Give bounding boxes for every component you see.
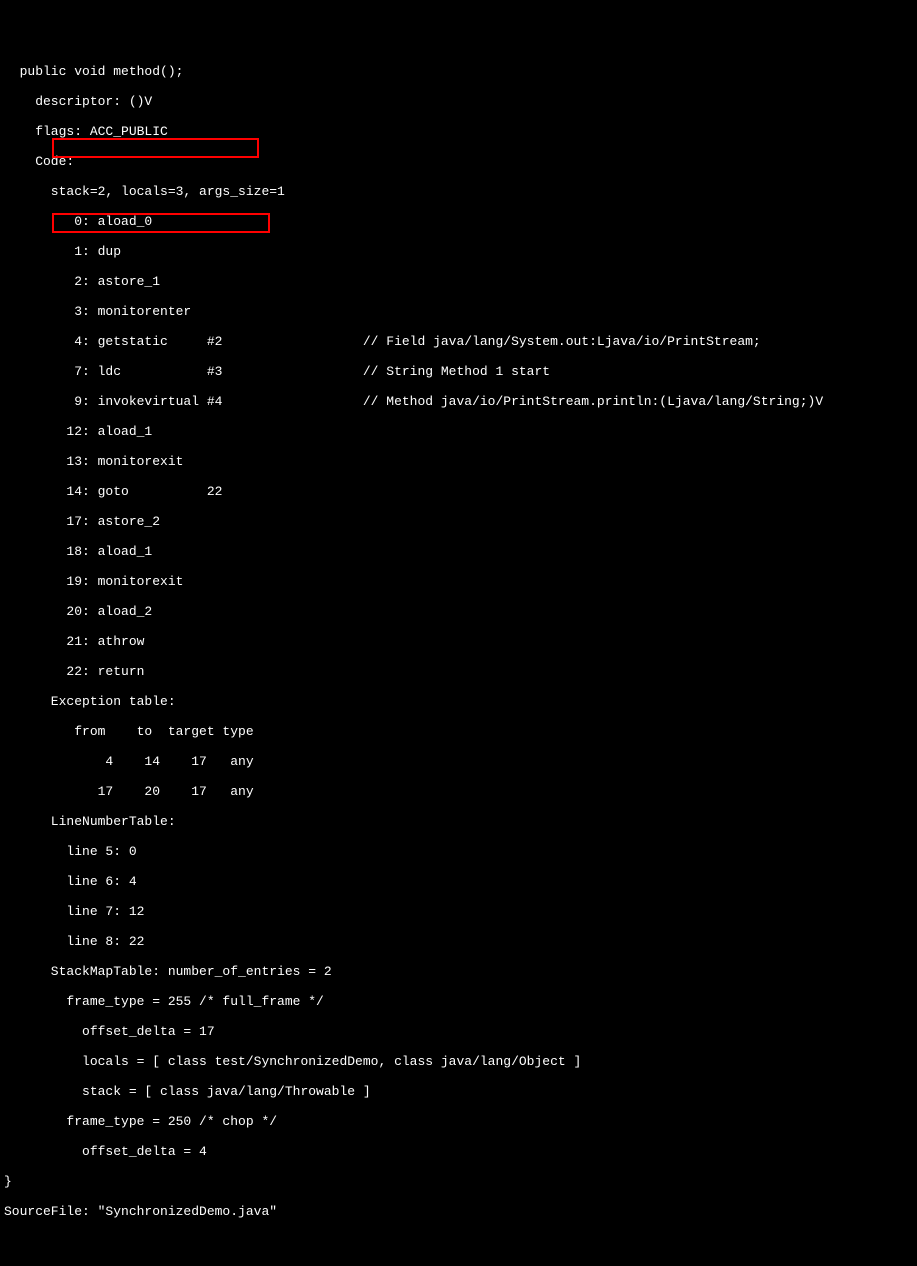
descriptor-line: descriptor: ()V [0, 94, 917, 109]
line-number-entry: line 6: 4 [0, 874, 917, 889]
bytecode-instruction: 4: getstatic #2 // Field java/lang/Syste… [0, 334, 917, 349]
bytecode-instruction: 22: return [0, 664, 917, 679]
bytecode-instruction: 9: invokevirtual #4 // Method java/io/Pr… [0, 394, 917, 409]
bytecode-instruction: 14: goto 22 [0, 484, 917, 499]
bytecode-instruction: 12: aload_1 [0, 424, 917, 439]
line-number-entry: line 5: 0 [0, 844, 917, 859]
bytecode-instruction: 21: athrow [0, 634, 917, 649]
bytecode-instruction-monitorenter: 3: monitorenter [0, 304, 917, 319]
bytecode-instruction-monitorexit: 13: monitorexit [0, 454, 917, 469]
stack-map-entry: stack = [ class java/lang/Throwable ] [0, 1084, 917, 1099]
exception-table-columns: from to target type [0, 724, 917, 739]
stack-line: stack=2, locals=3, args_size=1 [0, 184, 917, 199]
bytecode-instruction: 1: dup [0, 244, 917, 259]
stack-map-entry: locals = [ class test/SynchronizedDemo, … [0, 1054, 917, 1069]
bytecode-instruction: 18: aload_1 [0, 544, 917, 559]
stack-map-entry: frame_type = 250 /* chop */ [0, 1114, 917, 1129]
line-number-entry: line 7: 12 [0, 904, 917, 919]
stack-map-entry: frame_type = 255 /* full_frame */ [0, 994, 917, 1009]
exception-table-header: Exception table: [0, 694, 917, 709]
bytecode-instruction: 20: aload_2 [0, 604, 917, 619]
flags-line: flags: ACC_PUBLIC [0, 124, 917, 139]
bytecode-instruction: 19: monitorexit [0, 574, 917, 589]
bytecode-instruction: 17: astore_2 [0, 514, 917, 529]
bytecode-instruction: 2: astore_1 [0, 274, 917, 289]
exception-table-row: 17 20 17 any [0, 784, 917, 799]
bytecode-instruction: 0: aload_0 [0, 214, 917, 229]
closing-brace: } [0, 1174, 917, 1189]
stack-map-entry: offset_delta = 17 [0, 1024, 917, 1039]
stack-map-entry: offset_delta = 4 [0, 1144, 917, 1159]
exception-table-row: 4 14 17 any [0, 754, 917, 769]
code-header: Code: [0, 154, 917, 169]
line-number-entry: line 8: 22 [0, 934, 917, 949]
line-number-table-header: LineNumberTable: [0, 814, 917, 829]
method-header: public void method(); [0, 64, 917, 79]
bytecode-instruction: 7: ldc #3 // String Method 1 start [0, 364, 917, 379]
source-file-line: SourceFile: "SynchronizedDemo.java" [0, 1204, 917, 1219]
stack-map-table-header: StackMapTable: number_of_entries = 2 [0, 964, 917, 979]
